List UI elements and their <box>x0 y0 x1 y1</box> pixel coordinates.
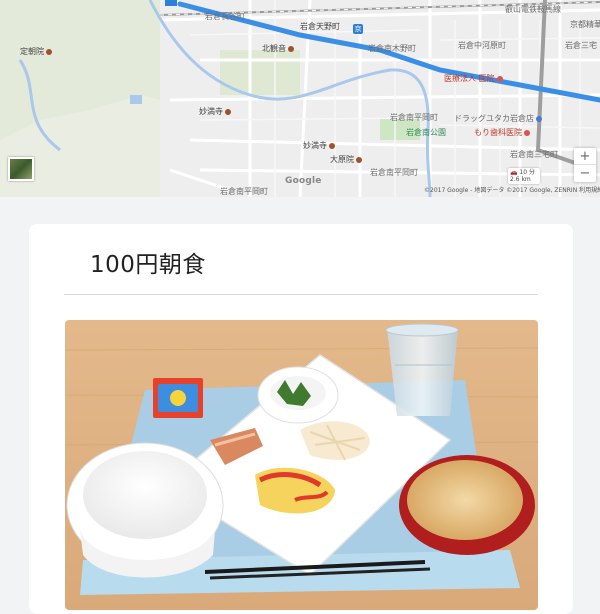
station-icon[interactable]: 京 <box>353 24 363 34</box>
map-label: 岩倉天野町 <box>300 22 340 31</box>
map-copyright[interactable]: ©2017 Google - 地図データ ©2017 Google, ZENRI… <box>424 185 600 194</box>
map-label: 定朝院 <box>20 47 52 56</box>
map-label: 岩倉南平岡町 <box>390 113 438 122</box>
map-label: 北観音 <box>262 44 294 53</box>
map-label: 妙満寺 <box>303 141 335 150</box>
breakfast-photo-image <box>65 320 538 610</box>
map-label: 岩倉南平岡町 <box>370 168 418 177</box>
map-label: 叡山電鉄鞍馬線 <box>505 5 561 14</box>
map-label: もり歯科医院 <box>474 128 530 137</box>
divider <box>64 294 538 295</box>
shop-icon <box>536 115 542 122</box>
satellite-toggle[interactable] <box>8 157 34 181</box>
map-label: 岩倉南木野町 <box>368 44 416 53</box>
temple-icon <box>356 156 362 163</box>
map-label: 岩倉南公園 <box>406 128 446 137</box>
zoom-in-button[interactable]: + <box>574 148 596 165</box>
map-label: 岩倉南平岡町 <box>220 187 268 196</box>
map-label: 大原院 <box>330 155 362 164</box>
map-label: 妙満寺 <box>199 107 231 116</box>
map-view[interactable]: 京 岩倉天野町 岩倉中河原町 岩倉三宅 岩倉南木野町 岩倉長谷町 叡山電鉄鞍馬線… <box>0 0 600 197</box>
dental-icon <box>524 129 530 136</box>
zoom-out-button[interactable]: − <box>574 165 596 182</box>
google-logo: Google <box>285 176 322 186</box>
shrine-icon <box>225 108 231 115</box>
temple-icon <box>288 45 294 52</box>
zoom-control[interactable]: + − <box>574 148 596 182</box>
temple-icon <box>329 142 335 149</box>
card-title: 100円朝食 <box>90 252 206 278</box>
route-info-badge[interactable]: 🚗 10 分 2.6 km <box>508 168 540 184</box>
map-label: 岩倉長谷町 <box>205 12 245 21</box>
map-label: ドラッグユタカ岩倉店 <box>454 114 542 123</box>
map-label: 京都精華大学 <box>570 20 600 29</box>
route-time: 🚗 10 分 <box>510 169 535 176</box>
temple-icon <box>46 48 52 55</box>
map-label: 医療法人 医院 <box>444 74 503 83</box>
breakfast-photo[interactable] <box>65 320 538 610</box>
map-label: 岩倉中河原町 <box>458 41 506 50</box>
map-label: 岩倉南三宅町 <box>510 150 558 159</box>
clinic-icon <box>496 75 503 82</box>
map-label: 岩倉三宅 <box>565 41 597 50</box>
route-distance: 2.6 km <box>510 176 531 183</box>
